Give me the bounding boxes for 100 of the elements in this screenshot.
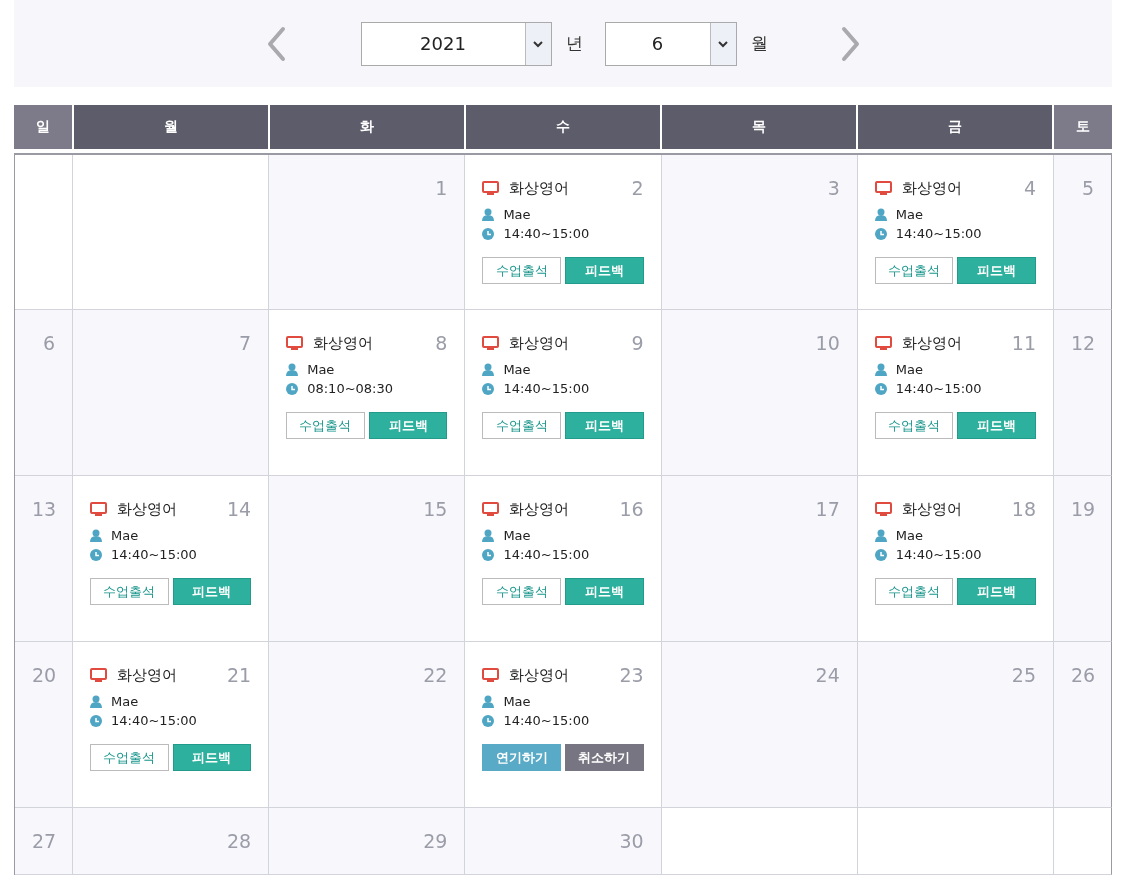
event-title: 화상영어	[117, 665, 177, 685]
date-number: 29	[423, 830, 448, 852]
teacher-name: Mae	[895, 528, 923, 543]
weekday-header: 금	[858, 105, 1052, 149]
date-number: 30	[619, 830, 644, 852]
event-title: 화상영어	[901, 499, 962, 519]
clock-icon	[90, 548, 102, 561]
date-number: 2	[631, 177, 644, 199]
class-time: 08:10~08:30	[307, 381, 393, 396]
action-button[interactable]: 피드백	[172, 578, 252, 605]
class-time: 14:40~15:00	[503, 381, 590, 396]
event-title: 화상영어	[509, 499, 570, 519]
teacher-name: Mae	[895, 362, 923, 377]
event-title: 화상영어	[313, 333, 374, 353]
person-icon	[482, 529, 495, 542]
person-icon	[482, 208, 495, 221]
date-number: 16	[619, 498, 644, 520]
date-number: 4	[1023, 177, 1036, 199]
clock-icon	[874, 382, 887, 395]
action-button[interactable]: 피드백	[565, 257, 644, 284]
person-icon	[874, 208, 887, 221]
class-time: 14:40~15:00	[895, 226, 982, 241]
action-button[interactable]: 피드백	[957, 578, 1036, 605]
event-title: 화상영어	[509, 178, 570, 198]
weekday-header: 일	[14, 105, 72, 149]
action-button[interactable]: 취소하기	[565, 744, 644, 771]
teacher-name: Mae	[307, 362, 335, 377]
monitor-icon	[874, 181, 892, 195]
weekday-header: 화	[270, 105, 464, 149]
class-time: 14:40~15:00	[895, 381, 982, 396]
year-select[interactable]: 2021	[360, 21, 552, 66]
weekday-header: 목	[662, 105, 856, 149]
monitor-icon	[874, 502, 892, 516]
date-number: 23	[619, 664, 644, 686]
action-button[interactable]: 수업출석	[874, 578, 954, 605]
monitor-icon	[482, 181, 500, 195]
caret-icon	[709, 22, 736, 65]
person-icon	[286, 363, 299, 376]
class-time: 14:40~15:00	[895, 547, 982, 562]
date-number: 1	[435, 177, 448, 199]
date-number: 22	[423, 664, 448, 686]
action-button[interactable]: 수업출석	[482, 257, 561, 284]
action-button[interactable]: 수업출석	[874, 412, 954, 439]
action-button[interactable]: 피드백	[957, 412, 1036, 439]
event-title: 화상영어	[509, 665, 570, 685]
date-number: 11	[1011, 332, 1036, 354]
action-button[interactable]: 수업출석	[874, 257, 954, 284]
class-time: 14:40~15:00	[111, 547, 197, 562]
monitor-icon	[482, 668, 500, 682]
event-title: 화상영어	[901, 178, 962, 198]
date-number: 19	[1071, 498, 1096, 520]
action-button[interactable]: 피드백	[565, 578, 644, 605]
monitor-icon	[874, 336, 892, 350]
clock-icon	[874, 227, 887, 240]
monitor-icon	[286, 336, 304, 350]
monitor-icon	[90, 668, 107, 682]
person-icon	[874, 529, 887, 542]
date-number: 14	[227, 498, 252, 520]
date-number: 26	[1071, 664, 1096, 686]
action-button[interactable]: 연기하기	[482, 744, 561, 771]
teacher-name: Mae	[895, 207, 923, 222]
date-number: 17	[815, 498, 840, 520]
date-number: 24	[815, 664, 840, 686]
class-time: 14:40~15:00	[111, 713, 197, 728]
teacher-name: Mae	[503, 694, 531, 709]
date-number: 21	[227, 664, 252, 686]
person-icon	[874, 363, 887, 376]
date-number: 8	[435, 332, 448, 354]
clock-icon	[482, 382, 495, 395]
action-button[interactable]: 수업출석	[482, 578, 561, 605]
action-button[interactable]: 수업출석	[90, 578, 169, 605]
teacher-name: Mae	[111, 528, 139, 543]
action-button[interactable]: 피드백	[957, 257, 1036, 284]
weekday-header: 수	[466, 105, 660, 149]
clock-icon	[482, 227, 495, 240]
date-number: 15	[423, 498, 448, 520]
action-button[interactable]: 수업출석	[286, 412, 365, 439]
date-number: 18	[1011, 498, 1036, 520]
event-title: 화상영어	[901, 333, 962, 353]
weekday-header: 월	[74, 105, 268, 149]
month-select[interactable]: 6	[604, 21, 737, 66]
date-number: 13	[32, 498, 57, 520]
date-number: 7	[239, 332, 252, 354]
teacher-name: Mae	[111, 694, 139, 709]
action-button[interactable]: 피드백	[172, 744, 252, 771]
action-button[interactable]: 피드백	[565, 412, 644, 439]
teacher-name: Mae	[503, 207, 531, 222]
clock-icon	[482, 548, 495, 561]
date-number: 10	[815, 332, 840, 354]
date-number: 3	[827, 177, 840, 199]
date-number: 9	[631, 332, 644, 354]
action-button[interactable]: 수업출석	[482, 412, 561, 439]
action-button[interactable]: 피드백	[368, 412, 448, 439]
clock-icon	[482, 714, 495, 727]
monitor-icon	[482, 502, 500, 516]
clock-icon	[90, 714, 102, 727]
action-button[interactable]: 수업출석	[90, 744, 169, 771]
date-number: 5	[1081, 177, 1094, 199]
month-label: 월	[750, 32, 768, 55]
date-number: 25	[1011, 664, 1036, 686]
